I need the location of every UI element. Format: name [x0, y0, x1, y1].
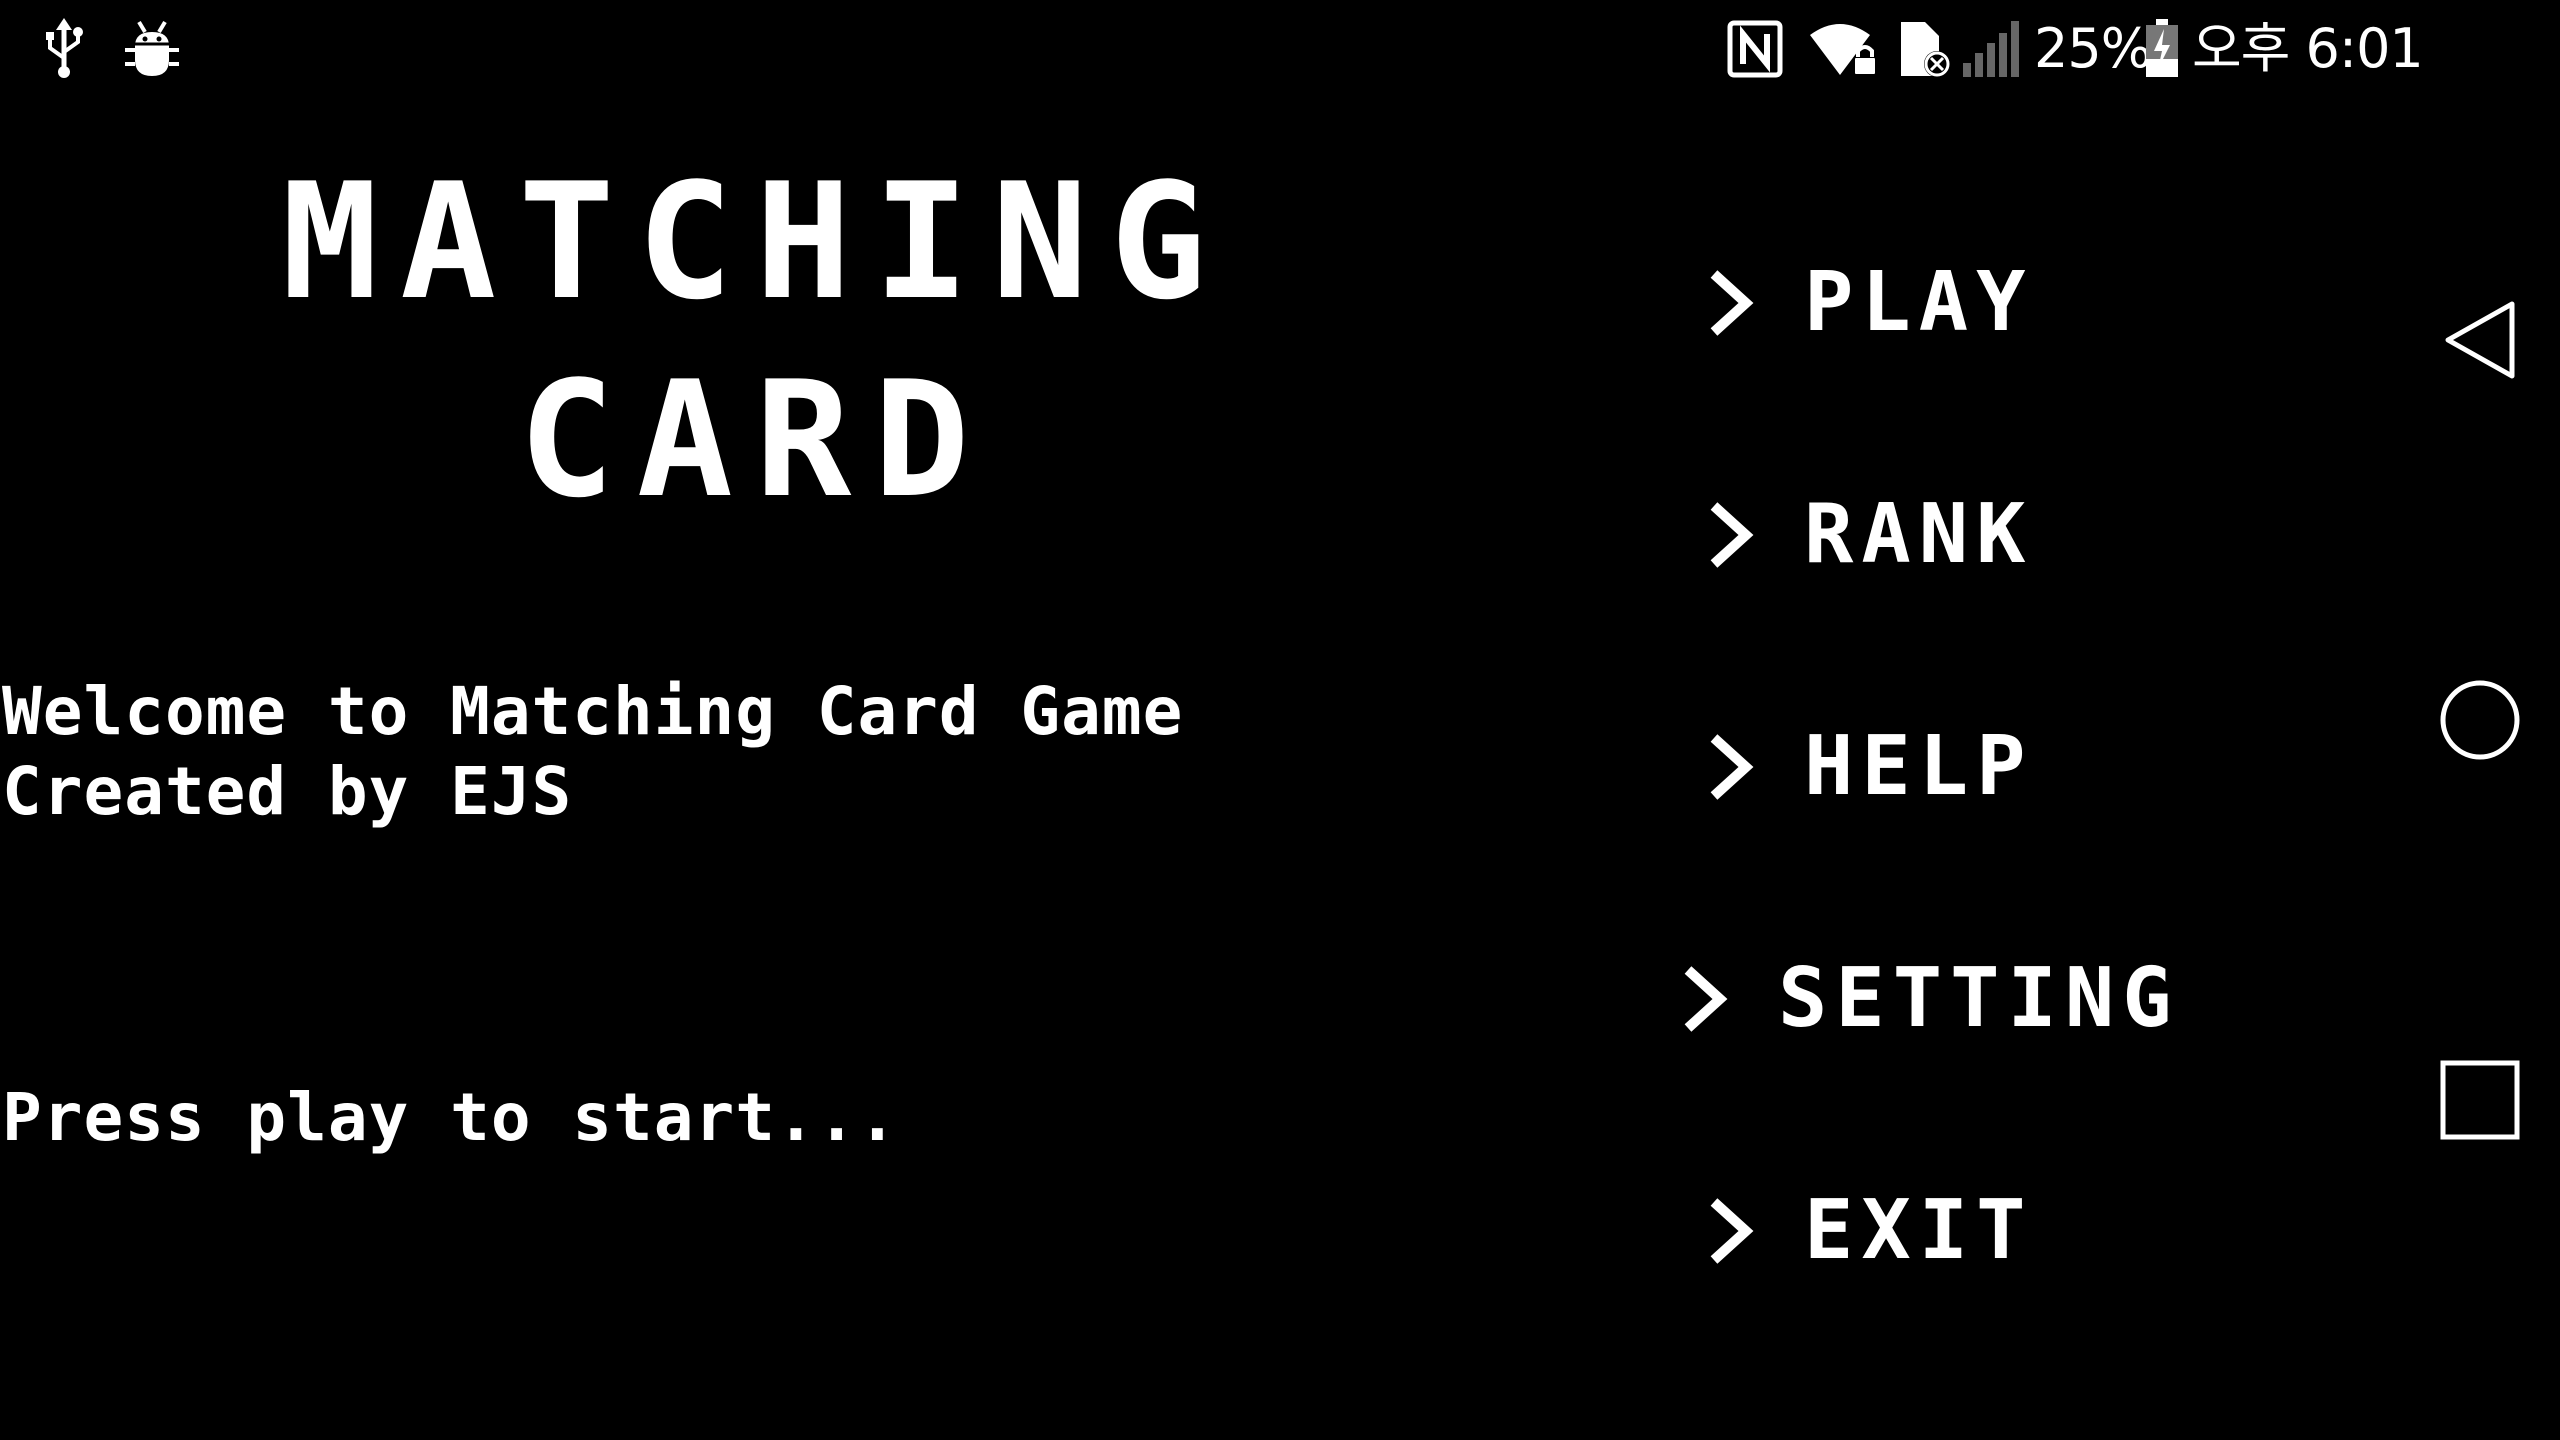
menu-item-rank[interactable]: RANK — [1708, 490, 2033, 580]
menu-item-play[interactable]: PLAY — [1708, 258, 2033, 348]
menu-label-play: PLAY — [1804, 255, 2034, 350]
back-icon — [2445, 301, 2515, 379]
clock: 오후 6:01 — [2192, 17, 2424, 80]
menu-label-exit: EXIT — [1804, 1183, 2034, 1278]
start-prompt: Press play to start... — [2, 1079, 899, 1156]
chevron-right-icon — [1684, 966, 1728, 1032]
chevron-right-icon — [1710, 1198, 1754, 1264]
chevron-right-icon — [1710, 734, 1754, 800]
menu-label-setting: SETTING — [1778, 951, 2180, 1046]
usb-icon — [40, 18, 88, 80]
signal-icon — [1960, 18, 2022, 80]
recents-icon — [2440, 1060, 2520, 1140]
menu-label-help: HELP — [1804, 719, 2034, 814]
recents-button[interactable] — [2420, 1050, 2540, 1150]
chevron-right-icon — [1710, 502, 1754, 568]
nfc-icon — [1726, 18, 1784, 80]
battery-percent: 25% — [2034, 17, 2152, 80]
chevron-right-icon — [1710, 270, 1754, 336]
home-icon — [2440, 680, 2520, 760]
welcome-text: Welcome to Matching Card Game — [2, 673, 1184, 750]
game-title-line1: MATCHING — [281, 148, 1229, 335]
battery-charging-icon — [2142, 18, 2182, 80]
back-button[interactable] — [2420, 290, 2540, 390]
menu-label-rank: RANK — [1804, 487, 2034, 582]
wifi-locked-icon — [1808, 18, 1880, 80]
debug-bug-icon — [124, 18, 180, 80]
menu-item-setting[interactable]: SETTING — [1682, 954, 2180, 1044]
no-sim-icon — [1896, 18, 1954, 80]
credits-text: Created by EJS — [2, 753, 573, 830]
home-button[interactable] — [2420, 670, 2540, 770]
menu-item-help[interactable]: HELP — [1708, 722, 2033, 812]
game-title-line2: CARD — [518, 346, 992, 533]
menu-item-exit[interactable]: EXIT — [1708, 1186, 2033, 1276]
